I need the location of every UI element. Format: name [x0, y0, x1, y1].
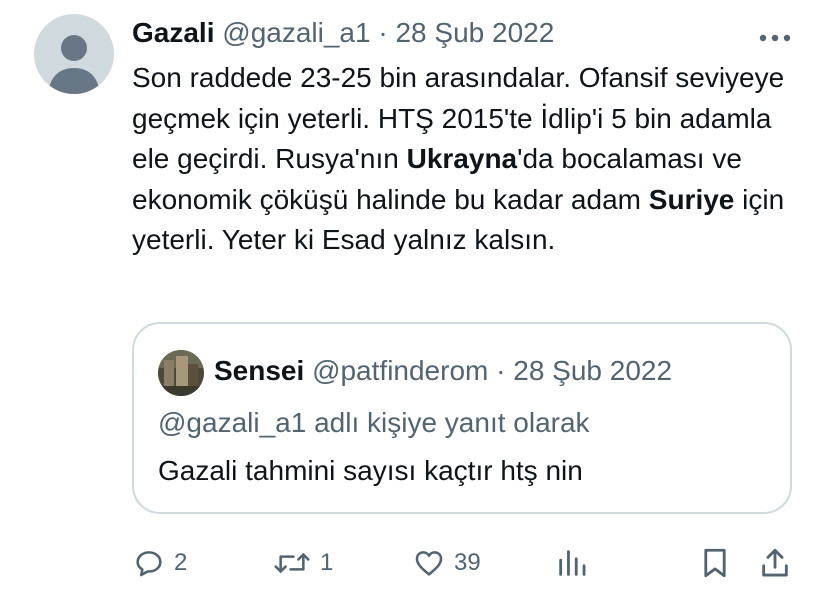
quoted-author-avatar[interactable] [158, 350, 204, 396]
quoted-tweet-header: Sensei @patfinderom · 28 Şub 2022 [214, 354, 672, 388]
hashtag-suriye: Suriye [648, 183, 735, 215]
like-button[interactable]: 39 [412, 538, 481, 588]
share-button[interactable] [758, 538, 792, 588]
tweet-text: Son raddede 23-25 bin arasındalar. Ofans… [132, 58, 812, 261]
retweet-button[interactable]: 1 [272, 538, 333, 588]
views-button[interactable] [556, 538, 588, 588]
heart-icon [415, 551, 443, 576]
retweet-count: 1 [320, 549, 334, 576]
author-handle[interactable]: @gazali_a1 [222, 17, 370, 48]
reply-button[interactable]: 2 [132, 538, 187, 588]
default-profile-icon [48, 35, 100, 94]
tweet-date[interactable]: 28 Şub 2022 [395, 17, 554, 48]
bookmark-button[interactable] [700, 538, 730, 588]
quoted-author-name[interactable]: Sensei [214, 355, 304, 386]
quoted-tweet-card[interactable]: Sensei @patfinderom · 28 Şub 2022 @gazal… [132, 322, 792, 514]
tweet-header: Gazali @gazali_a1 · 28 Şub 2022 [132, 16, 554, 50]
hashtag-ukrayna: Ukrayna [406, 143, 518, 175]
quoted-header-separator: · [496, 355, 506, 386]
quoted-tweet-text: Gazali tahmini sayısı kaçtır htş nin [158, 455, 583, 486]
views-chart-icon [559, 550, 586, 576]
quoted-tweet-date[interactable]: 28 Şub 2022 [513, 355, 672, 386]
reply-count: 2 [174, 549, 188, 576]
reply-icon [136, 551, 162, 577]
profile-photo-icon [158, 350, 204, 396]
reply-context: @gazali_a1 adlı kişiye yanıt olarak [158, 407, 590, 438]
more-horizontal-icon [759, 34, 791, 42]
retweet-icon [274, 553, 310, 573]
tweet-action-bar: 2 1 39 [0, 538, 828, 588]
share-icon [762, 548, 788, 577]
like-count: 39 [454, 549, 481, 576]
more-options-button[interactable] [758, 30, 792, 42]
header-separator: · [378, 17, 388, 48]
author-avatar[interactable] [34, 14, 114, 94]
quoted-author-handle[interactable]: @patfinderom [312, 355, 488, 386]
author-name[interactable]: Gazali [132, 17, 214, 48]
bookmark-icon [704, 548, 726, 578]
